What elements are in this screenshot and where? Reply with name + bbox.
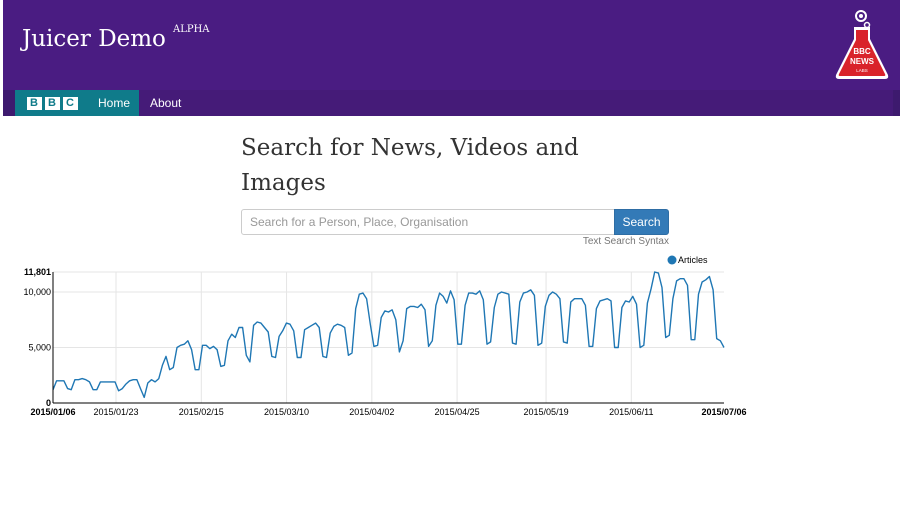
search-button[interactable]: Search — [614, 209, 669, 235]
navbar-inner: B B C Home About — [15, 90, 893, 116]
app-title[interactable]: Juicer Demo — [22, 26, 166, 52]
bbc-logo-letter: B — [26, 96, 42, 110]
chart-axes: 05,00010,00011,8012015/01/06 2015/01/23 20… — [23, 267, 746, 417]
logo-line-1: BBC — [853, 47, 871, 56]
chart-legend[interactable]: Articles — [667, 255, 709, 265]
chart-series — [52, 271, 725, 399]
x-tick-label: 2015/01/06 — [30, 407, 75, 417]
search-input[interactable] — [241, 209, 619, 235]
articles-series-line — [52, 271, 725, 399]
bbc-news-labs-flask-icon[interactable]: BBC NEWS LABS — [834, 9, 890, 81]
x-tick-label: 2015/04/02 — [349, 407, 394, 417]
nav-home-link[interactable]: Home — [89, 90, 140, 116]
logo-line-3: LABS — [856, 68, 868, 73]
legend-marker — [667, 255, 677, 265]
logo-line-2: NEWS — [850, 57, 875, 66]
nav-about-link[interactable]: About — [141, 90, 190, 116]
page-title: Search for News, Videos and Images — [241, 135, 579, 196]
y-tick-label: 5,000 — [28, 342, 51, 352]
x-tick-label: 2015/03/10 — [264, 407, 309, 417]
legend-label: Articles — [678, 255, 708, 265]
x-tick-label: 2015/02/15 — [179, 407, 224, 417]
bbc-logo-letter: C — [62, 96, 78, 110]
app-header: Juicer Demo ALPHA BBC NEWS LABS — [3, 0, 900, 90]
text-search-syntax-link[interactable]: Text Search Syntax — [583, 236, 669, 247]
chart-grid — [53, 271, 724, 403]
bbc-logo[interactable]: B B C — [15, 90, 89, 116]
alpha-badge: ALPHA — [173, 24, 210, 35]
x-tick-label: 2015/06/11 — [609, 407, 653, 417]
x-tick-label: 2015/04/25 — [435, 407, 480, 417]
y-tick-label: 10,000 — [23, 287, 51, 297]
articles-line-chart: 05,00010,00011,8012015/01/06 2015/01/23 20… — [23, 255, 746, 417]
y-tick-label: 11,801 — [24, 267, 51, 277]
x-tick-label: 2015/07/06 — [701, 407, 746, 417]
navbar: B B C Home About — [3, 90, 900, 116]
x-tick-label: 2015/01/23 — [93, 407, 138, 417]
bbc-logo-letter: B — [44, 96, 60, 110]
x-tick-label: 2015/05/19 — [524, 407, 569, 417]
